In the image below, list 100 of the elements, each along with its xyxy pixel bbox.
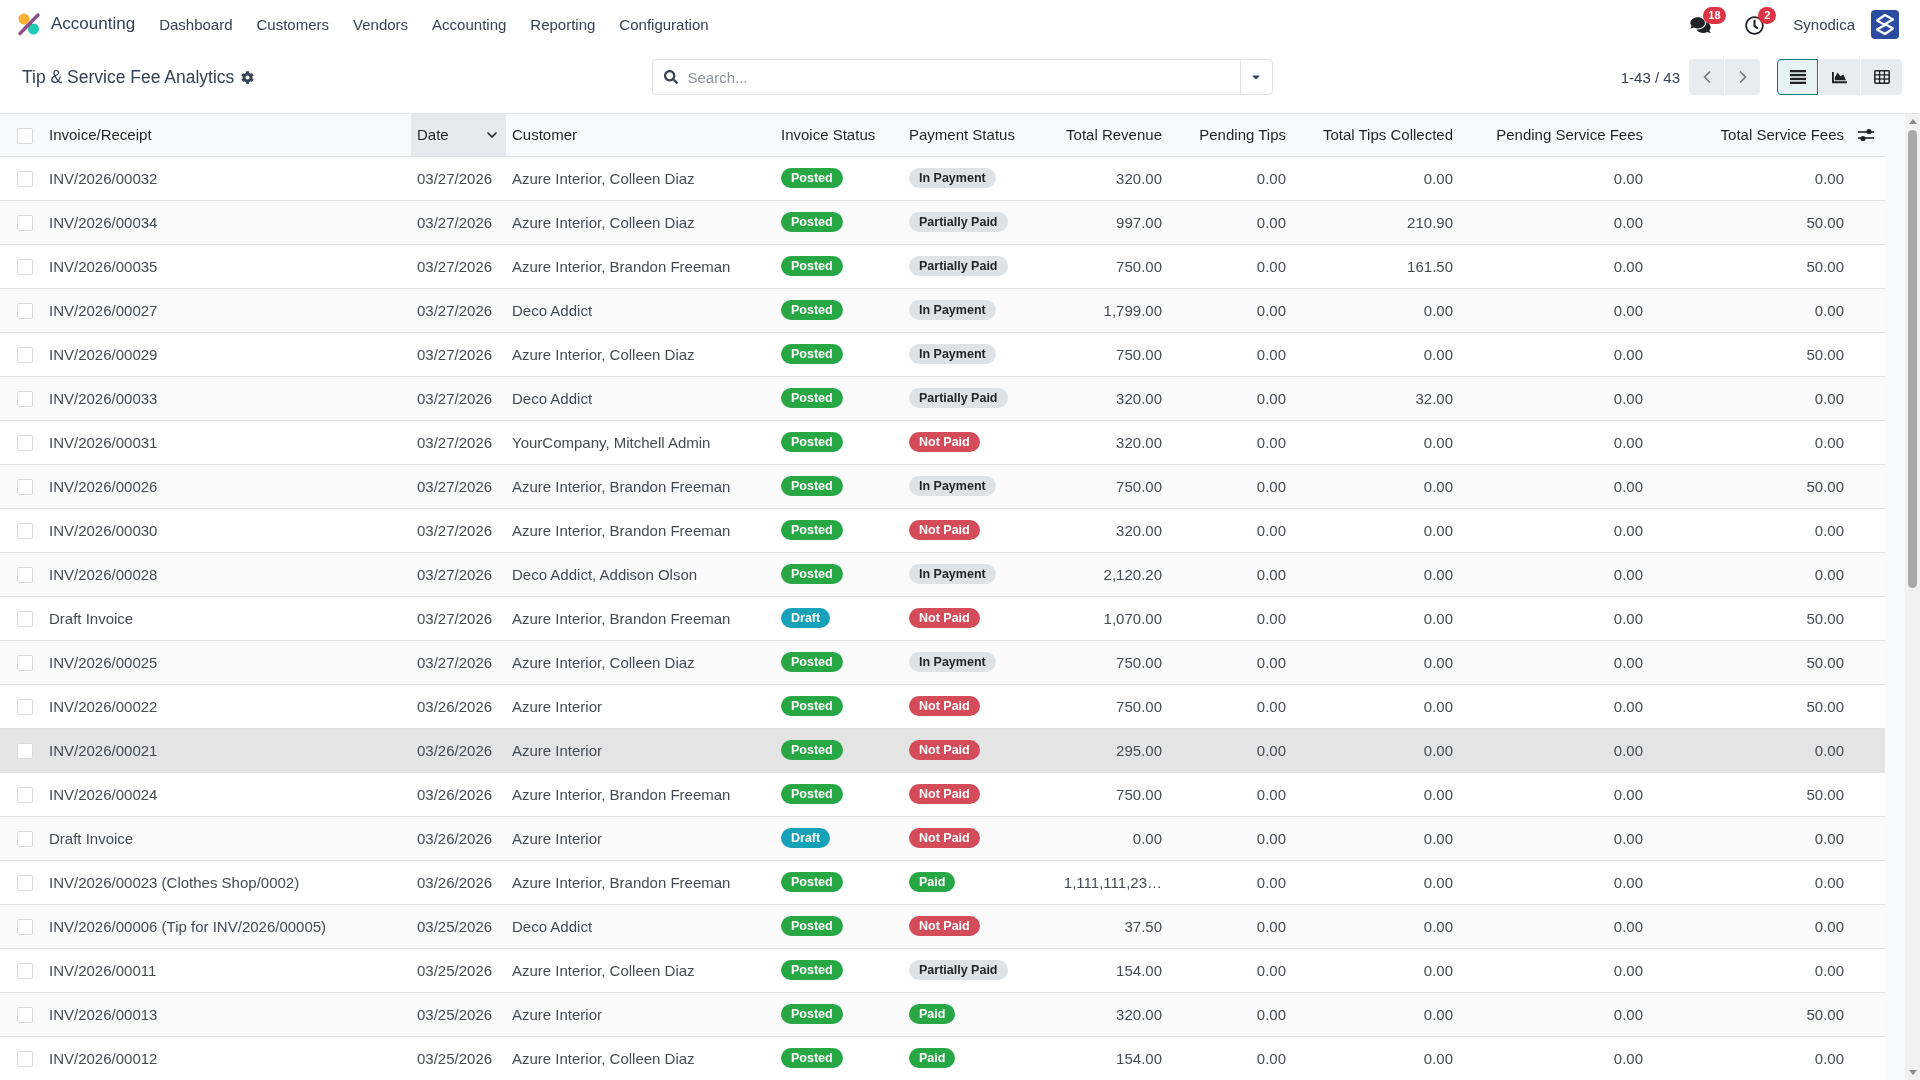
row-checkbox[interactable] xyxy=(17,963,33,979)
table-cell: 0.00 xyxy=(1292,156,1459,200)
settings-icon[interactable] xyxy=(241,70,255,84)
table-row[interactable]: INV/2026/00025 03/27/2026 Azure Interior, Colleen Diaz Posted In Payment 750.00 0.00 0.00 0.00 50.00 xyxy=(0,640,1885,684)
table-cell: Azure Interior, Brandon Freeman xyxy=(506,508,775,552)
previous-button[interactable] xyxy=(1689,59,1724,95)
table-cell: 997.00 xyxy=(1030,200,1168,244)
scrollbar[interactable] xyxy=(1905,114,1920,1080)
column-header[interactable]: Date xyxy=(411,114,506,156)
menu-item[interactable]: Dashboard xyxy=(147,9,245,39)
table-row[interactable]: INV/2026/00013 03/25/2026 Azure Interior Posted Paid 320.00 0.00 0.00 0.00 50.00 xyxy=(0,992,1885,1036)
select-all-checkbox[interactable] xyxy=(17,127,33,144)
column-header[interactable]: Invoice Status xyxy=(775,114,903,156)
table-cell: 37.50 xyxy=(1030,904,1168,948)
menu-item[interactable]: Reporting xyxy=(518,9,608,39)
row-checkbox[interactable] xyxy=(17,435,33,451)
clock-icon[interactable] xyxy=(1745,15,1765,35)
table-row[interactable]: INV/2026/00034 03/27/2026 Azure Interior, Colleen Diaz Posted Partially Paid 997.00 0.00 210.90 0.00 50.00 xyxy=(0,200,1885,244)
sliders-icon[interactable] xyxy=(1858,127,1874,142)
table-row[interactable]: INV/2026/00012 03/25/2026 Azure Interior, Colleen Diaz Posted Paid 154.00 0.00 0.00 0.00 0.00 xyxy=(0,1036,1885,1080)
table-row[interactable]: INV/2026/00032 03/27/2026 Azure Interior, Colleen Diaz Posted In Payment 320.00 0.00 0.00 0.00 0.00 xyxy=(0,156,1885,200)
table-cell: 0.00 xyxy=(1292,816,1459,860)
row-checkbox[interactable] xyxy=(17,699,33,715)
table-row[interactable]: Draft Invoice 03/27/2026 Azure Interior, Brandon Freeman Draft Not Paid 1,070.00 0.00 0.00 0.00 50.00 xyxy=(0,596,1885,640)
column-header[interactable]: Pending Service Fees xyxy=(1459,114,1649,156)
column-header[interactable]: Total Tips Collected xyxy=(1292,114,1459,156)
table-cell: 154.00 xyxy=(1030,948,1168,992)
table-cell: 0.00 xyxy=(1459,640,1649,684)
row-checkbox[interactable] xyxy=(17,919,33,935)
row-checkbox[interactable] xyxy=(17,391,33,407)
company-name[interactable]: Synodica xyxy=(1793,15,1855,33)
row-checkbox[interactable] xyxy=(17,875,33,891)
pager-text[interactable]: 1-43 / 43 xyxy=(1620,68,1680,86)
table-row[interactable]: INV/2026/00011 03/25/2026 Azure Interior, Colleen Diaz Posted Partially Paid 154.00 0.00 0.00 0.00 0.00 xyxy=(0,948,1885,992)
app-logo[interactable] xyxy=(17,12,41,36)
table-row[interactable]: INV/2026/00028 03/27/2026 Deco Addict, Addison Olson Posted In Payment 2,120.20 0.00 0.00 0.00 0.00 xyxy=(0,552,1885,596)
row-checkbox[interactable] xyxy=(17,611,33,627)
company-logo[interactable] xyxy=(1871,9,1899,39)
table-row[interactable]: INV/2026/00029 03/27/2026 Azure Interior, Colleen Diaz Posted In Payment 750.00 0.00 0.00 0.00 50.00 xyxy=(0,332,1885,376)
status-badge: In Payment xyxy=(909,168,996,188)
row-checkbox[interactable] xyxy=(17,523,33,539)
area-chart-icon xyxy=(1831,69,1848,85)
column-header[interactable]: Payment Status xyxy=(903,114,1030,156)
table-row[interactable]: INV/2026/00033 03/27/2026 Deco Addict Posted Partially Paid 320.00 0.00 32.00 0.00 0.00 xyxy=(0,376,1885,420)
row-checkbox[interactable] xyxy=(17,743,33,759)
table-row[interactable]: INV/2026/00031 03/27/2026 YourCompany, Mitchell Admin Posted Not Paid 320.00 0.00 0.00 0.00 0.00 xyxy=(0,420,1885,464)
next-button[interactable] xyxy=(1725,59,1760,95)
search-options-button[interactable] xyxy=(1239,59,1273,95)
column-header[interactable]: Total Revenue xyxy=(1030,114,1168,156)
table-cell: 750.00 xyxy=(1030,464,1168,508)
status-badge: Posted xyxy=(781,696,843,716)
table-row[interactable]: INV/2026/00021 03/26/2026 Azure Interior Posted Not Paid 295.00 0.00 0.00 0.00 0.00 xyxy=(0,728,1885,772)
menu-item[interactable]: Vendors xyxy=(341,9,421,39)
column-header[interactable]: Total Service Fees xyxy=(1649,114,1850,156)
table-cell: 0.00 xyxy=(1459,156,1649,200)
table-row[interactable]: INV/2026/00006 (Tip for INV/2026/00005) 03/25/2026 Deco Addict Posted Not Paid 37.50 0.00 0.00 0.00 0.00 xyxy=(0,904,1885,948)
table-cell: 50.00 xyxy=(1649,772,1850,816)
table-cell: 03/27/2026 xyxy=(411,200,506,244)
table-row[interactable]: INV/2026/00030 03/27/2026 Azure Interior, Brandon Freeman Posted Not Paid 320.00 0.00 0.00 0.00 0.00 xyxy=(0,508,1885,552)
row-checkbox[interactable] xyxy=(17,171,33,187)
table-row[interactable]: INV/2026/00026 03/27/2026 Azure Interior, Brandon Freeman Posted In Payment 750.00 0.00 0.00 0.00 50.00 xyxy=(0,464,1885,508)
table-cell: 0.00 xyxy=(1168,156,1292,200)
status-badge: Posted xyxy=(781,432,843,452)
table-cell: INV/2026/00028 xyxy=(41,552,411,596)
table-cell: 0.00 xyxy=(1459,552,1649,596)
view-button[interactable] xyxy=(1777,59,1818,95)
table-row[interactable]: INV/2026/00022 03/26/2026 Azure Interior Posted Not Paid 750.00 0.00 0.00 0.00 50.00 xyxy=(0,684,1885,728)
table-row[interactable]: INV/2026/00035 03/27/2026 Azure Interior, Brandon Freeman Posted Partially Paid 750.00 0.00 161.50 0.00 50.00 xyxy=(0,244,1885,288)
table-row[interactable]: INV/2026/00024 03/26/2026 Azure Interior, Brandon Freeman Posted Not Paid 750.00 0.00 0.00 0.00 50.00 xyxy=(0,772,1885,816)
table-cell: 0.00 xyxy=(1168,948,1292,992)
row-checkbox[interactable] xyxy=(17,479,33,495)
table-cell: 320.00 xyxy=(1030,376,1168,420)
row-checkbox[interactable] xyxy=(17,567,33,583)
table-row[interactable]: Draft Invoice 03/26/2026 Azure Interior Draft Not Paid 0.00 0.00 0.00 0.00 0.00 xyxy=(0,816,1885,860)
row-checkbox[interactable] xyxy=(17,787,33,803)
table-cell: Deco Addict xyxy=(506,288,775,332)
table-cell: 0.00 xyxy=(1168,596,1292,640)
table-cell: 2,120.20 xyxy=(1030,552,1168,596)
menu-item[interactable]: Accounting xyxy=(420,9,519,39)
table-cell: 03/25/2026 xyxy=(411,1036,506,1080)
table-cell: 0.00 xyxy=(1168,420,1292,464)
column-header[interactable]: Invoice/Receipt xyxy=(41,114,411,156)
table-cell: 03/26/2026 xyxy=(411,728,506,772)
row-checkbox[interactable] xyxy=(17,831,33,847)
status-badge: In Payment xyxy=(909,652,996,672)
row-checkbox[interactable] xyxy=(17,1007,33,1023)
row-checkbox[interactable] xyxy=(17,655,33,671)
table-cell: INV/2026/00006 (Tip for INV/2026/00005) xyxy=(41,904,411,948)
row-checkbox[interactable] xyxy=(17,259,33,275)
table-row[interactable]: INV/2026/00023 (Clothes Shop/0002) 03/26/2026 Azure Interior, Brandon Freeman Posted Paid 1,111,111,23… 0.00 0.00 0.00 0.00 xyxy=(0,860,1885,904)
table-row[interactable]: INV/2026/00027 03/27/2026 Deco Addict Posted In Payment 1,799.00 0.00 0.00 0.00 0.00 xyxy=(0,288,1885,332)
menu-item[interactable]: Customers xyxy=(244,9,342,39)
row-checkbox[interactable] xyxy=(17,303,33,319)
menu-item[interactable]: Configuration xyxy=(607,9,721,39)
column-header[interactable]: Pending Tips xyxy=(1168,114,1292,156)
column-header[interactable]: Customer xyxy=(506,114,775,156)
row-checkbox[interactable] xyxy=(17,215,33,231)
search-field[interactable]: Search... xyxy=(651,59,1240,95)
row-checkbox[interactable] xyxy=(17,347,33,363)
row-checkbox[interactable] xyxy=(17,1051,33,1067)
